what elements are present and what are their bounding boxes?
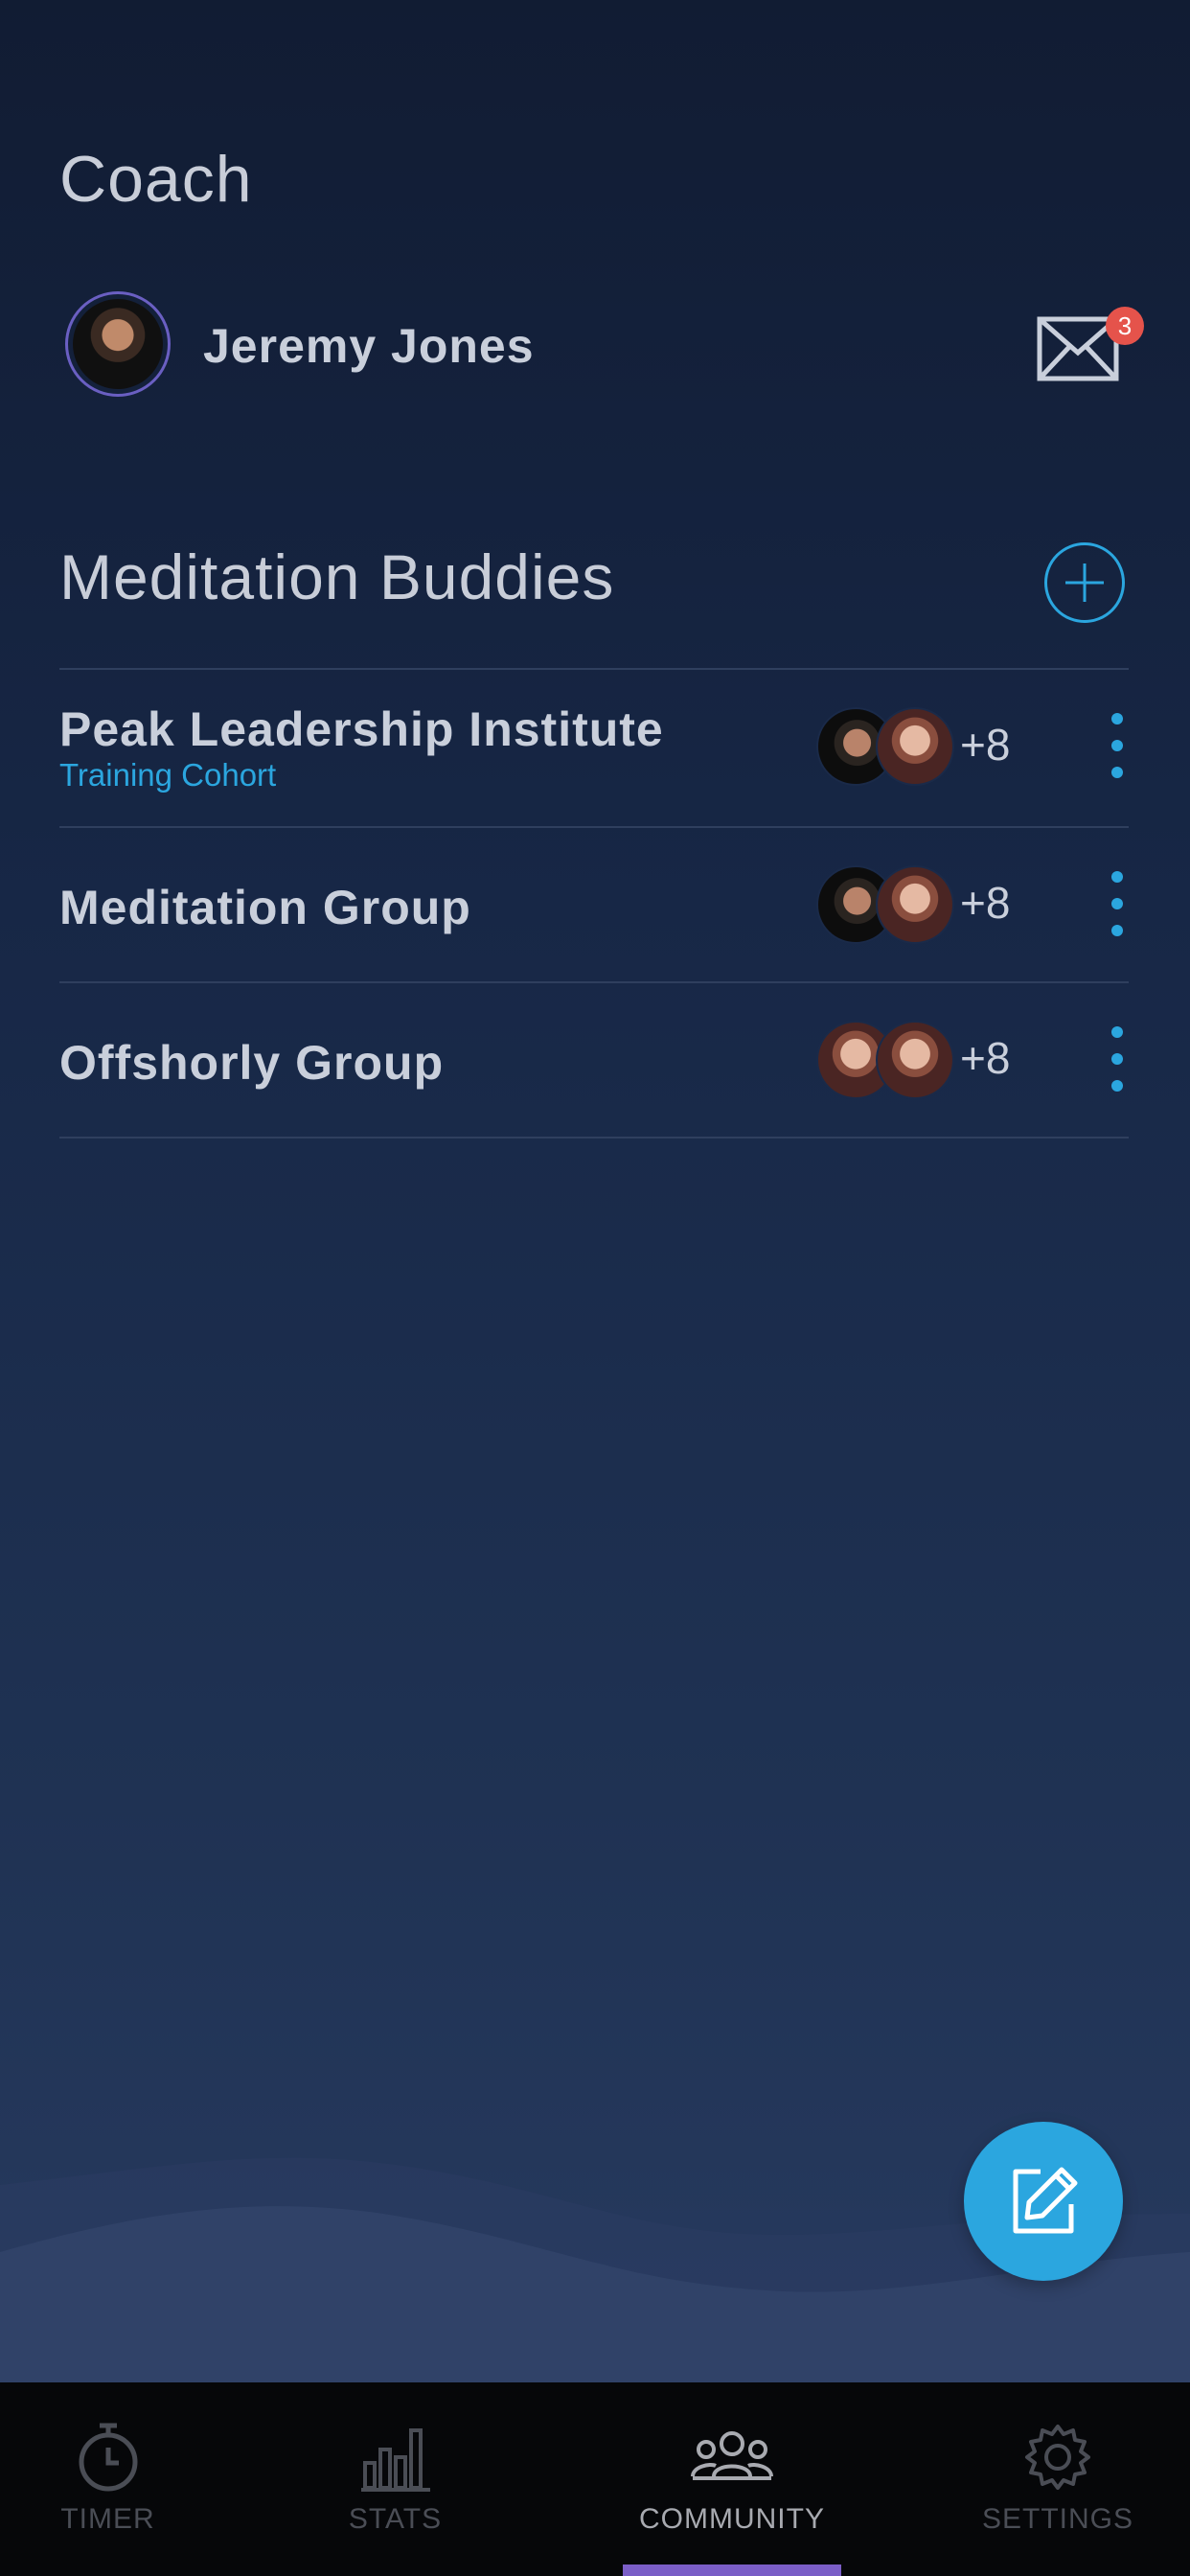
member-avatars xyxy=(816,1021,970,1099)
member-avatar xyxy=(876,865,954,944)
divider xyxy=(59,1137,1129,1138)
tab-label: TIMER xyxy=(60,2503,155,2535)
more-members-count: +8 xyxy=(960,720,1011,770)
add-group-button[interactable] xyxy=(1044,542,1125,623)
coach-avatar-image xyxy=(73,299,163,389)
group-row-offshorly-group[interactable]: Offshorly Group +8 xyxy=(59,982,1129,1138)
group-subtitle: Training Cohort xyxy=(59,757,277,793)
more-options-icon[interactable] xyxy=(1108,713,1127,780)
tab-label: STATS xyxy=(348,2503,443,2535)
member-avatar xyxy=(876,707,954,786)
messages-button[interactable]: 3 xyxy=(1037,307,1144,383)
tab-stats[interactable]: STATS xyxy=(316,2382,474,2576)
gear-icon xyxy=(1025,2425,1090,2490)
member-avatars xyxy=(816,707,970,786)
people-icon xyxy=(691,2431,773,2480)
group-name: Peak Leadership Institute xyxy=(59,702,664,756)
active-tab-indicator xyxy=(623,2564,841,2576)
tab-label: SETTINGS xyxy=(981,2503,1133,2535)
more-members-count: +8 xyxy=(960,878,1011,928)
more-members-count: +8 xyxy=(960,1033,1011,1083)
tab-label: COMMUNITY xyxy=(639,2503,825,2535)
tab-community[interactable]: COMMUNITY xyxy=(623,2382,841,2576)
tab-timer[interactable]: TIMER xyxy=(29,2382,187,2576)
compose-button[interactable] xyxy=(964,2122,1123,2281)
coach-row[interactable]: Jeremy Jones 3 xyxy=(59,288,1144,402)
coach-name[interactable]: Jeremy Jones xyxy=(203,318,535,374)
coach-section-title: Coach xyxy=(59,143,253,216)
group-name: Offshorly Group xyxy=(59,1036,445,1090)
group-row-meditation-group[interactable]: Meditation Group +8 xyxy=(59,827,1129,982)
edit-icon xyxy=(1013,2167,1078,2234)
member-avatars xyxy=(816,865,970,944)
bar-chart-icon xyxy=(360,2428,430,2492)
group-row-peak-leadership[interactable]: Peak Leadership Institute Training Cohor… xyxy=(59,669,1129,824)
unread-badge: 3 xyxy=(1106,307,1144,345)
tab-settings[interactable]: SETTINGS xyxy=(977,2382,1138,2576)
member-avatar xyxy=(876,1021,954,1099)
coach-avatar[interactable] xyxy=(65,291,171,397)
stopwatch-icon xyxy=(79,2423,137,2492)
more-options-icon[interactable] xyxy=(1108,871,1127,938)
community-screen: Coach Jeremy Jones 3 Meditation Buddies … xyxy=(0,0,1190,2576)
group-name: Meditation Group xyxy=(59,881,471,934)
more-options-icon[interactable] xyxy=(1108,1026,1127,1093)
buddies-section-title: Meditation Buddies xyxy=(59,541,615,612)
bottom-tab-bar: TIMER STATS COMMUNITY SETTINGS xyxy=(0,2382,1190,2576)
